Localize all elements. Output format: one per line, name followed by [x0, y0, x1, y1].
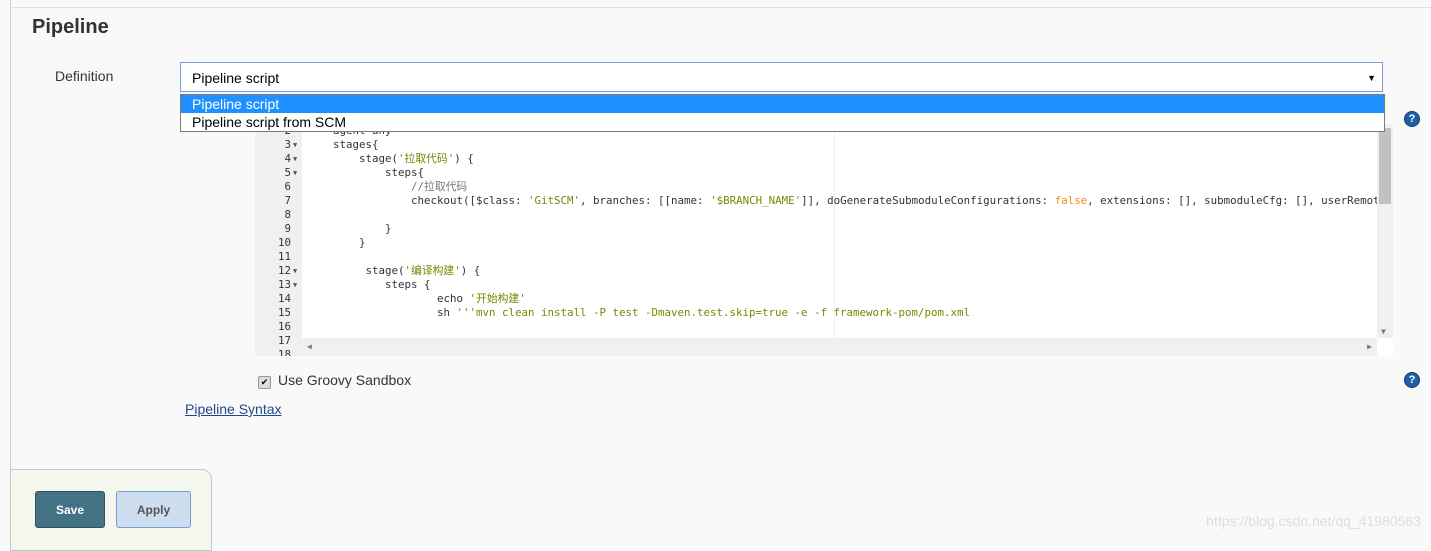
fold-toggle-icon[interactable]: ▼: [293, 278, 297, 292]
code-token: stage(: [365, 264, 405, 277]
definition-label: Definition: [55, 68, 114, 84]
code-token: , extensions: [], submoduleCfg: [], user…: [1087, 194, 1393, 207]
code-token: steps {: [385, 278, 431, 291]
code-token: stages{: [333, 138, 379, 151]
line-number: 8: [284, 208, 291, 221]
pipeline-syntax-link[interactable]: Pipeline Syntax: [185, 401, 282, 417]
code-token: false: [1054, 194, 1088, 207]
groovy-sandbox-checkbox[interactable]: ✔: [258, 376, 271, 389]
print-margin: [834, 124, 835, 356]
horizontal-scrollbar[interactable]: ◀ ▶: [302, 338, 1377, 356]
line-number: 4: [284, 152, 291, 165]
line-number: 5: [284, 166, 291, 179]
help-icon[interactable]: ?: [1404, 372, 1420, 388]
vertical-scrollbar[interactable]: ▼: [1377, 124, 1393, 338]
code-line: //拉取代码: [307, 180, 467, 194]
code-token: '$BRANCH_NAME': [710, 194, 802, 207]
code-token: echo: [437, 292, 470, 305]
selected-value: Pipeline script: [192, 70, 280, 86]
code-line: }: [307, 236, 366, 250]
line-number: 16: [277, 320, 291, 333]
divider: [10, 0, 11, 540]
line-number: 15: [277, 306, 291, 319]
option-pipeline-script[interactable]: Pipeline script: [181, 95, 1384, 113]
fold-toggle-icon[interactable]: ▼: [293, 138, 297, 152]
definition-select[interactable]: Pipeline script ▼: [180, 62, 1383, 92]
line-number: 13: [277, 278, 291, 291]
fold-toggle-icon[interactable]: ▼: [293, 264, 297, 278]
line-number: 6: [284, 180, 291, 193]
code-line: checkout([$class: 'GitSCM', branches: [[…: [307, 194, 1393, 208]
code-token: checkout([$class:: [411, 194, 529, 207]
line-number: 12: [277, 264, 291, 277]
code-token: 'GitSCM': [528, 194, 581, 207]
code-line: stage('拉取代码') {: [307, 152, 474, 166]
line-number: 3: [284, 138, 291, 151]
divider: [10, 7, 1431, 8]
line-number: 11: [277, 250, 291, 263]
scroll-thumb[interactable]: [1379, 128, 1391, 204]
code-token: stage(: [359, 152, 399, 165]
code-token: ) {: [454, 152, 474, 165]
code-token: '''mvn clean install -P test -Dmaven.tes…: [456, 306, 971, 319]
code-token: ]], doGenerateSubmoduleConfigurations:: [801, 194, 1055, 207]
code-line: }: [307, 222, 392, 236]
save-button[interactable]: Save: [35, 491, 105, 528]
script-editor[interactable]: 23▼4▼5▼6789101112▼13▼1415161718 agent an…: [255, 124, 1393, 356]
section-title: Pipeline: [32, 16, 109, 38]
line-number: 14: [277, 292, 291, 305]
line-number: 9: [284, 222, 291, 235]
help-icon[interactable]: ?: [1404, 111, 1420, 127]
scroll-down-icon[interactable]: ▼: [1381, 327, 1386, 336]
scroll-right-icon[interactable]: ▶: [1367, 342, 1372, 351]
code-token: sh: [437, 306, 457, 319]
code-line: sh '''mvn clean install -P test -Dmaven.…: [307, 306, 970, 320]
code-line: steps{: [307, 166, 424, 180]
fold-toggle-icon[interactable]: ▼: [293, 152, 297, 166]
option-pipeline-script-from-scm[interactable]: Pipeline script from SCM: [181, 113, 1384, 131]
groovy-sandbox-label: Use Groovy Sandbox: [278, 372, 412, 388]
code-line: stages{: [307, 138, 379, 152]
code-token: steps{: [385, 166, 425, 179]
watermark: https://blog.csdn.net/qq_41980563: [1206, 513, 1421, 529]
code-line: echo '开始构建': [307, 292, 526, 306]
line-number: 17: [277, 334, 291, 347]
line-number: 18: [277, 348, 291, 356]
code-line: steps {: [307, 278, 431, 292]
code-token: ) {: [460, 264, 481, 277]
line-number: 10: [277, 236, 291, 249]
caret-down-icon: ▼: [1367, 73, 1376, 83]
code-token: '拉取代码': [398, 152, 455, 165]
definition-options: Pipeline script Pipeline script from SCM: [180, 94, 1385, 132]
fold-toggle-icon[interactable]: ▼: [293, 166, 297, 180]
code-token: , branches: [[name:: [580, 194, 711, 207]
scroll-left-icon[interactable]: ◀: [307, 342, 312, 351]
code-token: '编译构建': [404, 264, 461, 277]
apply-button[interactable]: Apply: [116, 491, 191, 528]
line-number: 7: [284, 194, 291, 207]
code-token: //拉取代码: [411, 180, 468, 193]
code-token: }: [385, 222, 392, 235]
code-line: stage('编译构建') {: [307, 264, 481, 278]
code-token: '开始构建': [469, 292, 526, 305]
code-token: }: [359, 236, 366, 249]
